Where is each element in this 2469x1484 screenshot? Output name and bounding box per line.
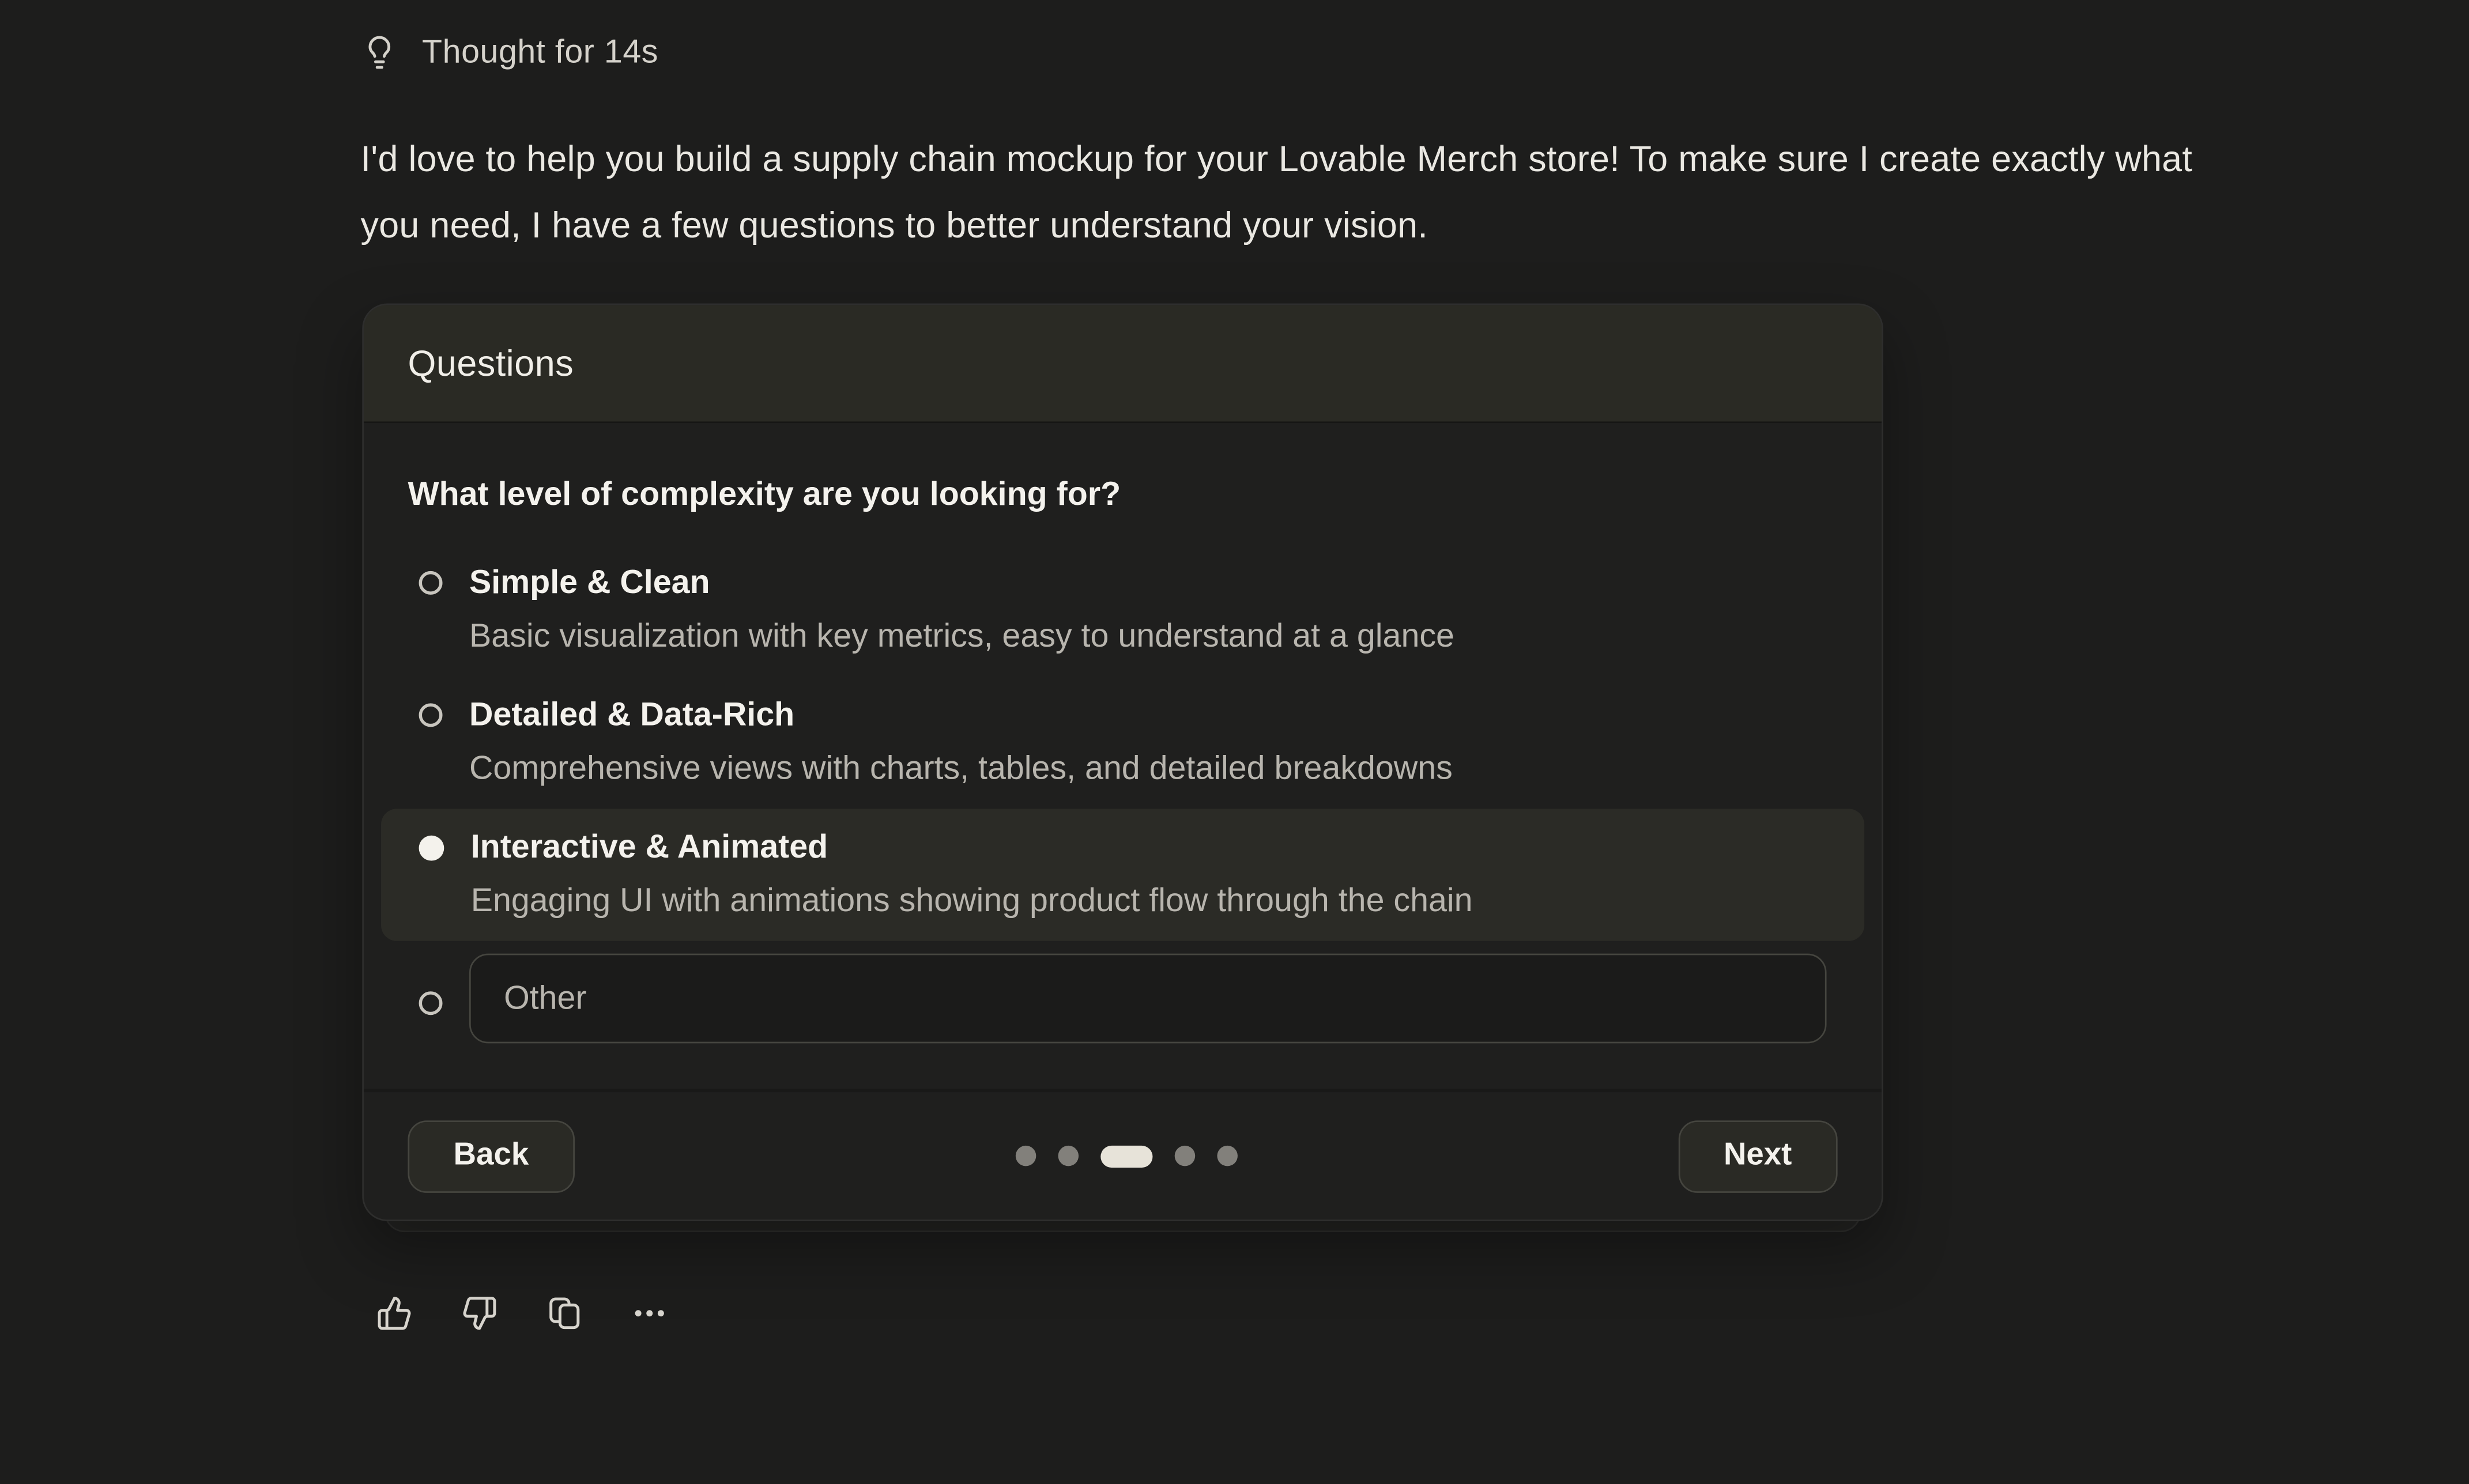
option-description: Engaging UI with animations showing prod…: [471, 879, 1473, 923]
thumbs-up-icon[interactable]: [375, 1294, 413, 1332]
option-label: Detailed & Data-Rich: [469, 694, 1453, 738]
progress-dot: [1174, 1146, 1195, 1166]
thought-indicator[interactable]: Thought for 14s: [361, 31, 2469, 74]
option-simple-clean[interactable]: Simple & Clean Basic visualization with …: [381, 544, 1864, 676]
thumbs-down-icon[interactable]: [460, 1294, 498, 1332]
option-other[interactable]: [381, 954, 1864, 1044]
radio-selected-icon[interactable]: [419, 836, 444, 861]
chat-response-view: Thought for 14s I'd love to help you bui…: [0, 31, 2469, 1484]
assistant-message: I'd love to help you build a supply chai…: [361, 126, 2200, 258]
thought-label: Thought for 14s: [422, 33, 658, 71]
back-button[interactable]: Back: [408, 1120, 574, 1192]
message-actions: [375, 1294, 2469, 1332]
radio-unselected-icon[interactable]: [419, 991, 443, 1015]
card-header: Questions: [364, 305, 1882, 423]
option-description: Basic visualization with key metrics, ea…: [469, 615, 1454, 659]
option-label: Interactive & Animated: [471, 826, 1473, 870]
option-interactive-animated[interactable]: Interactive & Animated Engaging UI with …: [381, 809, 1864, 941]
question-title: What level of complexity are you looking…: [408, 474, 1837, 518]
option-description: Comprehensive views with charts, tables,…: [469, 747, 1453, 791]
card-body: What level of complexity are you looking…: [364, 474, 1882, 1044]
option-detailed-data-rich[interactable]: Detailed & Data-Rich Comprehensive views…: [381, 677, 1864, 809]
progress-dots: [1015, 1145, 1237, 1167]
card-footer: Back Next: [364, 1089, 1882, 1220]
next-button[interactable]: Next: [1678, 1120, 1838, 1192]
other-input[interactable]: [469, 954, 1827, 1044]
copy-icon[interactable]: [545, 1294, 583, 1332]
radio-unselected-icon[interactable]: [419, 703, 443, 727]
radio-unselected-icon[interactable]: [419, 571, 443, 595]
ellipsis-icon[interactable]: [630, 1294, 668, 1332]
card-title: Questions: [408, 342, 574, 384]
progress-dot-active: [1100, 1145, 1152, 1167]
options-list: Simple & Clean Basic visualization with …: [381, 544, 1864, 1043]
progress-dot: [1217, 1146, 1238, 1166]
lightbulb-icon: [361, 33, 399, 71]
option-label: Simple & Clean: [469, 562, 1454, 606]
questions-card: Questions What level of complexity are y…: [362, 304, 1883, 1221]
progress-dot: [1015, 1146, 1036, 1166]
progress-dot: [1058, 1146, 1079, 1166]
